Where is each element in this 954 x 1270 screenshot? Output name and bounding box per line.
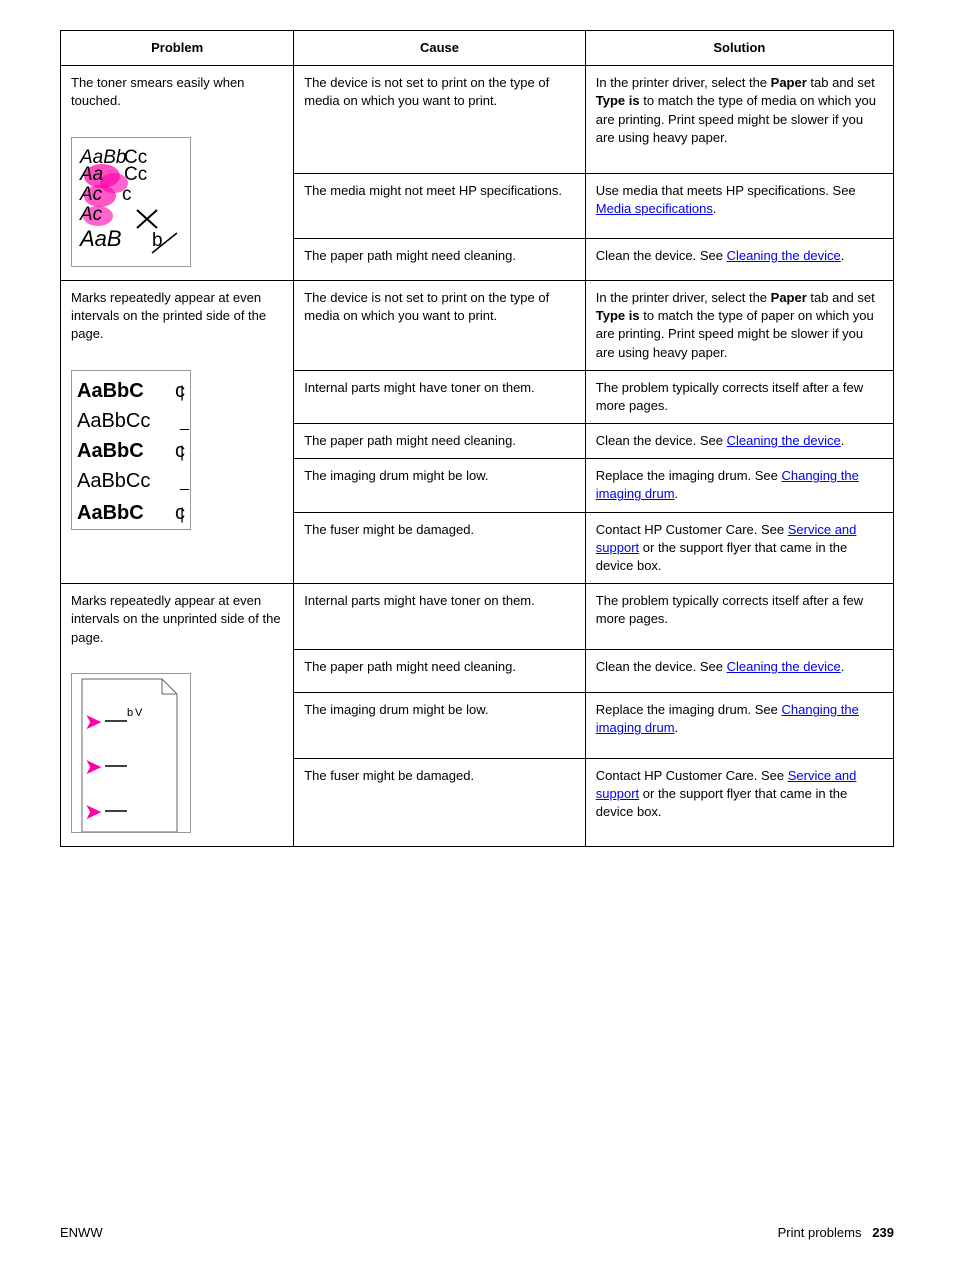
cause-cell-2-5: The fuser might be damaged. bbox=[294, 512, 586, 584]
svg-text:_: _ bbox=[179, 474, 190, 491]
svg-text:b: b bbox=[127, 707, 133, 719]
solution-cell-2-2: The problem typically corrects itself af… bbox=[585, 370, 893, 423]
solution-cell-1-1: In the printer driver, select the Paper … bbox=[585, 66, 893, 174]
marks-printed-image: AaBbC c | AaBbCc _ AaBbC c | AaBbCc _ bbox=[71, 370, 191, 530]
solution-cell-2-5: Contact HP Customer Care. See Service an… bbox=[585, 512, 893, 584]
svg-text:➤: ➤ bbox=[84, 799, 102, 824]
toner-smear-image: AaBb Cc Aa Cc Ac c bbox=[71, 137, 191, 267]
col-header-problem: Problem bbox=[61, 31, 294, 66]
footer-left: ENWW bbox=[60, 1225, 103, 1240]
svg-text:AaBbC: AaBbC bbox=[77, 440, 144, 462]
svg-text:➤: ➤ bbox=[84, 709, 102, 734]
cleaning-device-link-1[interactable]: Cleaning the device bbox=[727, 248, 841, 263]
cleaning-device-link-3[interactable]: Cleaning the device bbox=[727, 659, 841, 674]
cause-cell-2-1: The device is not set to print on the ty… bbox=[294, 280, 586, 370]
cause-cell-2-4: The imaging drum might be low. bbox=[294, 459, 586, 512]
solution-cell-2-3: Clean the device. See Cleaning the devic… bbox=[585, 424, 893, 459]
page-footer: ENWW Print problems 239 bbox=[60, 1225, 894, 1240]
problem-cell-2: Marks repeatedly appear at even interval… bbox=[61, 280, 294, 583]
cause-cell-3-4: The fuser might be damaged. bbox=[294, 758, 586, 846]
svg-text:Cc: Cc bbox=[124, 164, 147, 185]
service-support-link-1[interactable]: Service and support bbox=[596, 522, 857, 555]
cause-cell-2-2: Internal parts might have toner on them. bbox=[294, 370, 586, 423]
marks-unprinted-image: b V ➤ ➤ ➤ bbox=[71, 673, 191, 833]
media-specifications-link[interactable]: Media specifications bbox=[596, 201, 713, 216]
cause-cell-3-1: Internal parts might have toner on them. bbox=[294, 584, 586, 650]
svg-text:Ac: Ac bbox=[79, 184, 103, 205]
table-row: The toner smears easily when touched. Aa… bbox=[61, 66, 894, 174]
svg-text:AaBbCc: AaBbCc bbox=[77, 410, 150, 432]
solution-cell-3-4: Contact HP Customer Care. See Service an… bbox=[585, 758, 893, 846]
solution-cell-3-1: The problem typically corrects itself af… bbox=[585, 584, 893, 650]
solution-cell-1-2: Use media that meets HP specifications. … bbox=[585, 174, 893, 238]
svg-text:Ac: Ac bbox=[79, 204, 103, 225]
svg-text:V: V bbox=[135, 707, 143, 719]
svg-text:|: | bbox=[180, 506, 184, 523]
col-header-solution: Solution bbox=[585, 31, 893, 66]
svg-text:AaB: AaB bbox=[78, 226, 122, 251]
changing-drum-link-1[interactable]: Changing the imaging drum bbox=[596, 468, 859, 501]
cause-cell-1-3: The paper path might need cleaning. bbox=[294, 238, 586, 280]
cause-cell-2-3: The paper path might need cleaning. bbox=[294, 424, 586, 459]
svg-text:c: c bbox=[122, 184, 132, 205]
svg-text:AaBbCc: AaBbCc bbox=[77, 470, 150, 492]
main-table: Problem Cause Solution The toner smears … bbox=[60, 30, 894, 847]
solution-cell-2-1: In the printer driver, select the Paper … bbox=[585, 280, 893, 370]
svg-text:➤: ➤ bbox=[84, 754, 102, 779]
cause-cell-1-1: The device is not set to print on the ty… bbox=[294, 66, 586, 174]
cleaning-device-link-2[interactable]: Cleaning the device bbox=[727, 433, 841, 448]
svg-text:|: | bbox=[180, 444, 184, 461]
problem-cell-1: The toner smears easily when touched. Aa… bbox=[61, 66, 294, 281]
cause-cell-1-2: The media might not meet HP specificatio… bbox=[294, 174, 586, 238]
problem-cell-3: Marks repeatedly appear at even interval… bbox=[61, 584, 294, 847]
footer-right: Print problems 239 bbox=[778, 1225, 894, 1240]
solution-cell-3-3: Replace the imaging drum. See Changing t… bbox=[585, 693, 893, 759]
cause-cell-3-2: The paper path might need cleaning. bbox=[294, 649, 586, 692]
cause-cell-3-3: The imaging drum might be low. bbox=[294, 693, 586, 759]
svg-text:AaBbC: AaBbC bbox=[77, 502, 144, 524]
col-header-cause: Cause bbox=[294, 31, 586, 66]
solution-cell-1-3: Clean the device. See Cleaning the devic… bbox=[585, 238, 893, 280]
solution-cell-2-4: Replace the imaging drum. See Changing t… bbox=[585, 459, 893, 512]
solution-cell-3-2: Clean the device. See Cleaning the devic… bbox=[585, 649, 893, 692]
svg-text:Aa: Aa bbox=[79, 164, 103, 185]
svg-text:|: | bbox=[180, 384, 184, 401]
svg-text:AaBbC: AaBbC bbox=[77, 380, 144, 402]
changing-drum-link-2[interactable]: Changing the imaging drum bbox=[596, 702, 859, 735]
svg-text:_: _ bbox=[179, 414, 190, 431]
table-row: Marks repeatedly appear at even interval… bbox=[61, 584, 894, 650]
service-support-link-2[interactable]: Service and support bbox=[596, 768, 857, 801]
table-row: Marks repeatedly appear at even interval… bbox=[61, 280, 894, 370]
